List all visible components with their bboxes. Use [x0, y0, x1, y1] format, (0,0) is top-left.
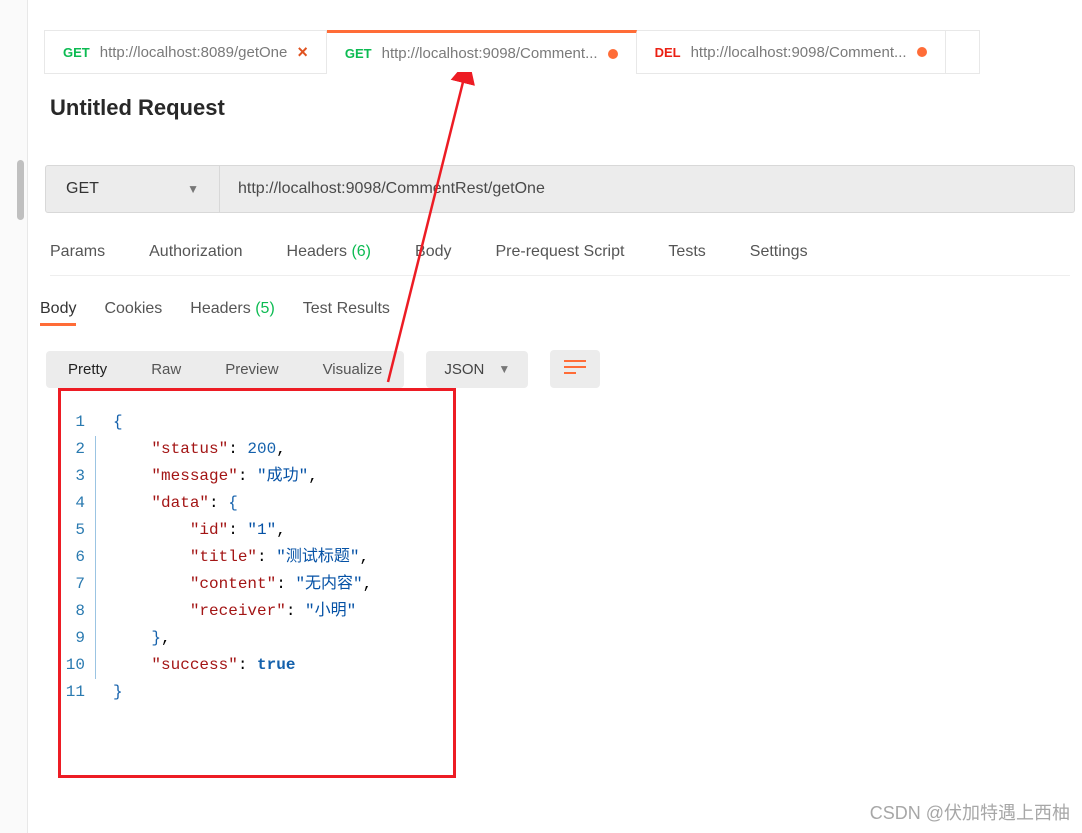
method-badge: GET: [345, 46, 372, 61]
format-value: JSON: [444, 361, 484, 378]
url-bar: GET ▼ http://localhost:9098/CommentRest/…: [45, 165, 1075, 213]
line-number: 2: [61, 436, 95, 463]
request-tab[interactable]: DEL http://localhost:9098/Comment...: [637, 30, 946, 74]
chevron-down-icon: ▼: [498, 362, 510, 376]
wrap-lines-button[interactable]: [550, 350, 600, 388]
request-section-tabs: Params Authorization Headers (6) Body Pr…: [50, 243, 1070, 276]
drag-handle[interactable]: [17, 160, 24, 220]
url-value: http://localhost:9098/CommentRest/getOne: [238, 180, 545, 198]
line-number: 7: [61, 571, 95, 598]
view-mode-segment: Pretty Raw Preview Visualize: [46, 351, 404, 388]
method-badge: DEL: [655, 45, 681, 60]
tab-settings[interactable]: Settings: [750, 243, 808, 261]
body-view-controls: Pretty Raw Preview Visualize JSON ▼: [46, 350, 600, 388]
request-title: Untitled Request: [50, 95, 225, 121]
tab-tests[interactable]: Tests: [668, 243, 705, 261]
view-pretty[interactable]: Pretty: [46, 351, 129, 388]
watermark: CSDN @伏加特遇上西柚: [870, 799, 1070, 825]
url-input[interactable]: http://localhost:9098/CommentRest/getOne: [220, 165, 1075, 213]
method-select-value: GET: [66, 180, 99, 198]
line-number: 5: [61, 517, 95, 544]
view-raw[interactable]: Raw: [129, 351, 203, 388]
method-badge: GET: [63, 45, 90, 60]
open-tab-stub[interactable]: [946, 30, 980, 74]
line-number: 11: [61, 679, 95, 706]
code: }: [113, 679, 123, 706]
code: "status": 200,: [113, 436, 286, 463]
code: "data": {: [113, 490, 238, 517]
code: "title": "测试标题",: [113, 544, 369, 571]
format-select[interactable]: JSON ▼: [426, 351, 528, 388]
code: "receiver": "小明": [113, 598, 356, 625]
tab-url: http://localhost:9098/Comment...: [382, 45, 598, 62]
tab-body[interactable]: Body: [415, 243, 451, 261]
tab-bar: GET http://localhost:8089/getOne × GET h…: [44, 30, 980, 74]
response-section-tabs: Body Cookies Headers (5) Test Results: [40, 295, 390, 336]
resp-tab-tests[interactable]: Test Results: [303, 295, 390, 326]
left-gutter: [0, 0, 28, 833]
response-body-editor[interactable]: 1 { 2 "status": 200, 3 "message": "成功", 4…: [58, 388, 456, 778]
request-tab[interactable]: GET http://localhost:8089/getOne ×: [44, 30, 327, 74]
view-visualize[interactable]: Visualize: [301, 351, 405, 388]
code: },: [113, 625, 171, 652]
method-select[interactable]: GET ▼: [45, 165, 220, 213]
close-icon[interactable]: ×: [297, 42, 308, 63]
code: "id": "1",: [113, 517, 286, 544]
line-number: 6: [61, 544, 95, 571]
tab-params[interactable]: Params: [50, 243, 105, 261]
line-number: 4: [61, 490, 95, 517]
headers-count: (6): [351, 243, 371, 260]
line-number: 10: [61, 652, 95, 679]
tab-headers[interactable]: Headers (6): [287, 243, 372, 261]
tab-authorization[interactable]: Authorization: [149, 243, 242, 261]
line-number: 8: [61, 598, 95, 625]
resp-tab-body[interactable]: Body: [40, 295, 76, 326]
code: "success": true: [113, 652, 295, 679]
resp-headers-count: (5): [255, 295, 275, 322]
view-preview[interactable]: Preview: [203, 351, 300, 388]
code: "content": "无内容",: [113, 571, 372, 598]
line-number: 1: [61, 409, 95, 436]
dirty-dot-icon: [917, 47, 927, 57]
wrap-icon: [564, 358, 586, 376]
tab-url: http://localhost:9098/Comment...: [691, 44, 907, 61]
dirty-dot-icon: [608, 49, 618, 59]
code: "message": "成功",: [113, 463, 318, 490]
resp-tab-cookies[interactable]: Cookies: [104, 295, 162, 326]
tab-url: http://localhost:8089/getOne: [100, 44, 288, 61]
code: {: [113, 409, 123, 436]
line-number: 3: [61, 463, 95, 490]
chevron-down-icon: ▼: [187, 182, 199, 196]
request-tab-active[interactable]: GET http://localhost:9098/Comment...: [327, 30, 637, 74]
line-number: 9: [61, 625, 95, 652]
annotation-arrow: [380, 72, 500, 392]
tab-prerequest[interactable]: Pre-request Script: [495, 243, 624, 261]
resp-tab-headers[interactable]: Headers (5): [190, 295, 275, 326]
